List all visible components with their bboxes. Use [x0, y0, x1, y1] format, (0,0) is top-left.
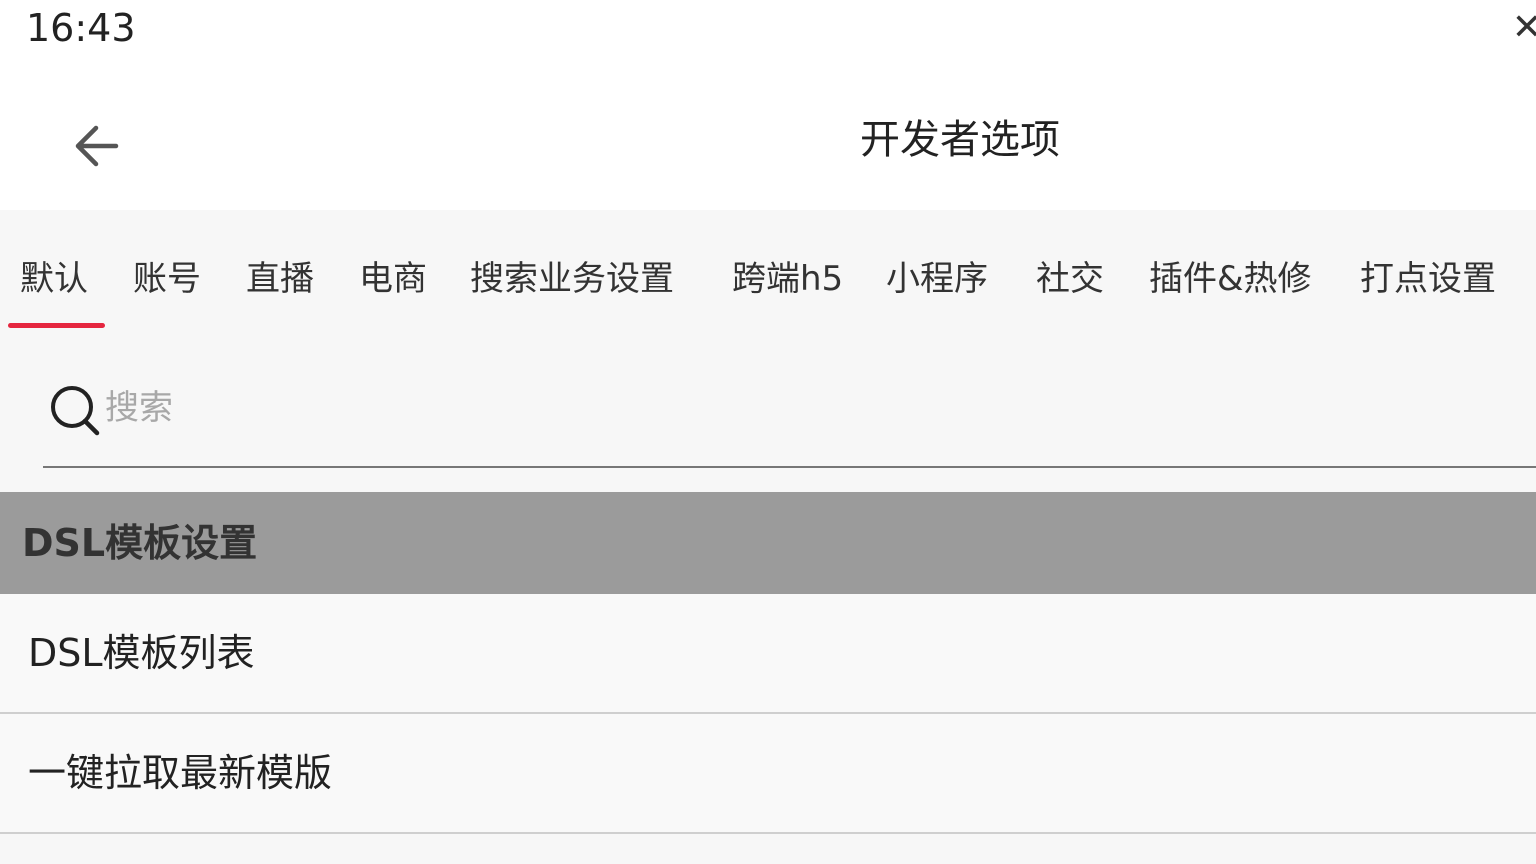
list-item-dsl-template-list[interactable]: DSL模板列表 [0, 594, 1536, 714]
arrow-left-icon [75, 125, 119, 167]
search-bar [43, 360, 1536, 468]
tab-tracking-settings[interactable]: 打点设置 [1360, 256, 1496, 302]
tab-search-business[interactable]: 搜索业务设置 [470, 256, 674, 302]
search-icon [51, 386, 100, 436]
search-underline [43, 466, 1536, 468]
list-item-pull-latest-template[interactable]: 一键拉取最新模版 [0, 714, 1536, 834]
search-input[interactable] [105, 382, 1505, 434]
status-close-icon: ✕ [1511, 7, 1536, 48]
tab-social[interactable]: 社交 [1036, 256, 1104, 302]
section-title: DSL模板设置 [22, 521, 258, 565]
page-title: 开发者选项 [860, 117, 1060, 163]
status-bar: 16:43 ✕ [0, 0, 1536, 60]
status-time: 16:43 [26, 6, 136, 50]
tab-plugin-hotfix[interactable]: 插件&热修 [1149, 256, 1312, 302]
tab-mini-program[interactable]: 小程序 [886, 256, 988, 302]
list-item-label: 一键拉取最新模版 [28, 751, 333, 795]
list-item-label: DSL模板列表 [28, 631, 255, 675]
tab-default[interactable]: 默认 [20, 256, 88, 302]
tab-crossend-h5[interactable]: 跨端h5 [732, 256, 843, 302]
tab-ecommerce[interactable]: 电商 [359, 256, 427, 302]
back-button[interactable] [62, 112, 130, 180]
tab-account[interactable]: 账号 [133, 256, 201, 302]
section-header: DSL模板设置 [0, 492, 1536, 594]
tab-live[interactable]: 直播 [246, 256, 314, 302]
tab-bar: 默认 账号 直播 电商 搜索业务设置 跨端h5 小程序 社交 插件&热修 打点设… [0, 210, 1536, 340]
app-header: 开发者选项 [0, 60, 1536, 210]
selected-tab-indicator [8, 323, 105, 328]
